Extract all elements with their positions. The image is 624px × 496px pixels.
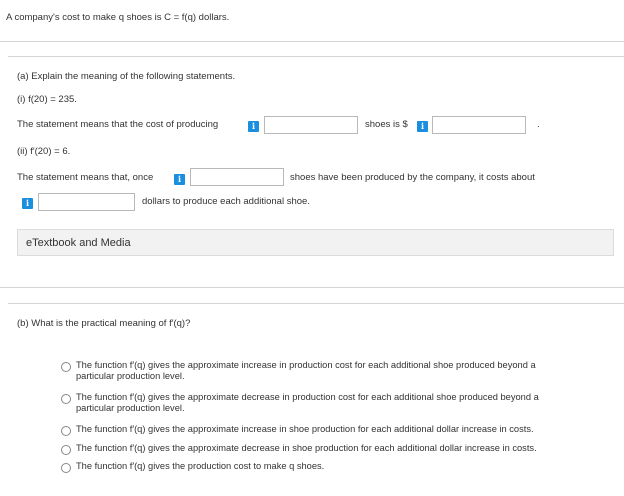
- cost-field[interactable]: [432, 116, 526, 134]
- option-radio[interactable]: [61, 394, 71, 404]
- line3-suffix: dollars to produce each additional shoe.: [142, 196, 310, 207]
- line1-prefix: The statement means that the cost of pro…: [17, 119, 219, 130]
- option-radio[interactable]: [61, 445, 71, 455]
- line1-end: .: [537, 119, 540, 130]
- question-intro: A company's cost to make q shoes is C = …: [6, 12, 230, 23]
- divider: [8, 303, 624, 304]
- part-b-prompt: (b) What is the practical meaning of f′(…: [17, 318, 191, 329]
- option-label: The function f′(q) gives the production …: [76, 461, 325, 471]
- info-icon[interactable]: i: [22, 198, 33, 209]
- option-label: The function f′(q) gives the approximate…: [76, 424, 534, 434]
- divider: [8, 56, 624, 57]
- marginal-cost-field[interactable]: [38, 193, 135, 211]
- info-icon[interactable]: i: [174, 174, 185, 185]
- info-icon[interactable]: i: [417, 121, 428, 132]
- option-radio[interactable]: [61, 426, 71, 436]
- divider: [0, 41, 624, 42]
- line1-mid: shoes is $: [365, 119, 408, 130]
- option-radio[interactable]: [61, 463, 71, 473]
- part-a-prompt: (a) Explain the meaning of the following…: [17, 71, 236, 82]
- divider: [0, 287, 624, 288]
- line2-prefix: The statement means that, once: [17, 172, 154, 183]
- option-label: The function f′(q) gives the approximate…: [76, 392, 539, 413]
- option-label: The function f′(q) gives the approximate…: [76, 360, 536, 381]
- line2-mid: shoes have been produced by the company,…: [290, 172, 535, 183]
- quantity-field-1[interactable]: [264, 116, 358, 134]
- statement-i: (i) f(20) = 235.: [17, 94, 77, 105]
- info-icon[interactable]: i: [248, 121, 259, 132]
- etextbook-media-button[interactable]: eTextbook and Media: [17, 229, 614, 256]
- option-radio[interactable]: [61, 362, 71, 372]
- statement-ii: (ii) f′(20) = 6.: [17, 146, 71, 157]
- quantity-field-2[interactable]: [190, 168, 284, 186]
- option-label: The function f′(q) gives the approximate…: [76, 443, 537, 453]
